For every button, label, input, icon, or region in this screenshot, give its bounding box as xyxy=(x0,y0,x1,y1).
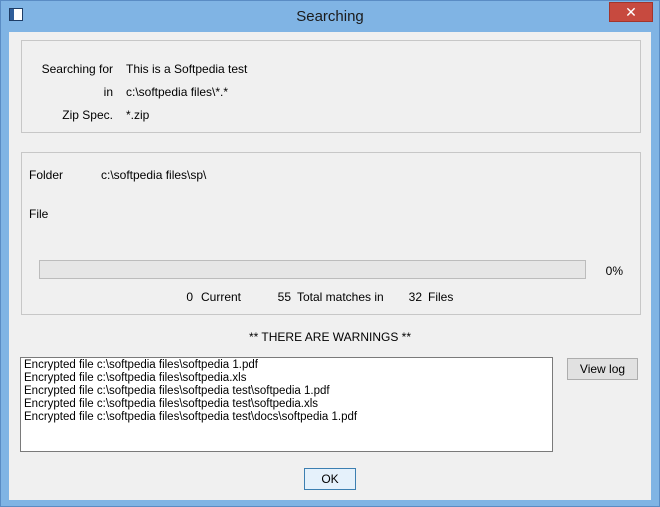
files-label: Files xyxy=(428,290,454,304)
total-matches-label: Total matches in xyxy=(297,290,384,304)
list-item[interactable]: Encrypted file c:\softpedia files\softpe… xyxy=(24,411,552,424)
files-count: 32 xyxy=(408,290,422,304)
progress-percent: 0% xyxy=(605,264,623,278)
search-criteria-group: Searching for This is a Softpedia test i… xyxy=(21,40,641,133)
zip-spec-label: Zip Spec. xyxy=(62,108,113,122)
list-item[interactable]: Encrypted file c:\softpedia files\softpe… xyxy=(24,385,552,398)
warnings-heading: ** THERE ARE WARNINGS ** xyxy=(248,330,412,344)
window-title: Searching xyxy=(296,8,364,25)
close-button[interactable]: ✕ xyxy=(609,2,653,22)
folder-label: Folder xyxy=(29,168,64,182)
in-value: c:\softpedia files\*.* xyxy=(126,85,229,99)
dialog-client-area: Searching for This is a Softpedia test i… xyxy=(9,32,651,500)
current-label: Current xyxy=(201,290,242,304)
view-log-button[interactable]: View log xyxy=(567,358,638,380)
search-progress-bar xyxy=(39,260,586,279)
total-matches-count: 55 xyxy=(277,290,291,304)
warnings-listbox[interactable]: Encrypted file c:\softpedia files\softpe… xyxy=(20,357,553,452)
file-label: File xyxy=(29,207,49,221)
folder-value: c:\softpedia files\sp\ xyxy=(101,168,207,182)
search-progress-group: Folder c:\softpedia files\sp\ File 0% 0 … xyxy=(21,152,641,315)
searching-dialog: Searching ✕ Searching for This is a Soft… xyxy=(0,0,660,507)
ok-button[interactable]: OK xyxy=(304,468,356,490)
zip-spec-value: *.zip xyxy=(126,108,150,122)
title-bar[interactable]: Searching ✕ xyxy=(1,1,659,32)
searching-for-label: Searching for xyxy=(41,62,113,76)
list-item[interactable]: Encrypted file c:\softpedia files\softpe… xyxy=(24,372,552,385)
searching-for-value: This is a Softpedia test xyxy=(126,62,248,76)
list-item[interactable]: Encrypted file c:\softpedia files\softpe… xyxy=(24,359,552,372)
list-item[interactable]: Encrypted file c:\softpedia files\softpe… xyxy=(24,398,552,411)
in-label: in xyxy=(103,85,113,99)
current-count: 0 xyxy=(186,290,193,304)
